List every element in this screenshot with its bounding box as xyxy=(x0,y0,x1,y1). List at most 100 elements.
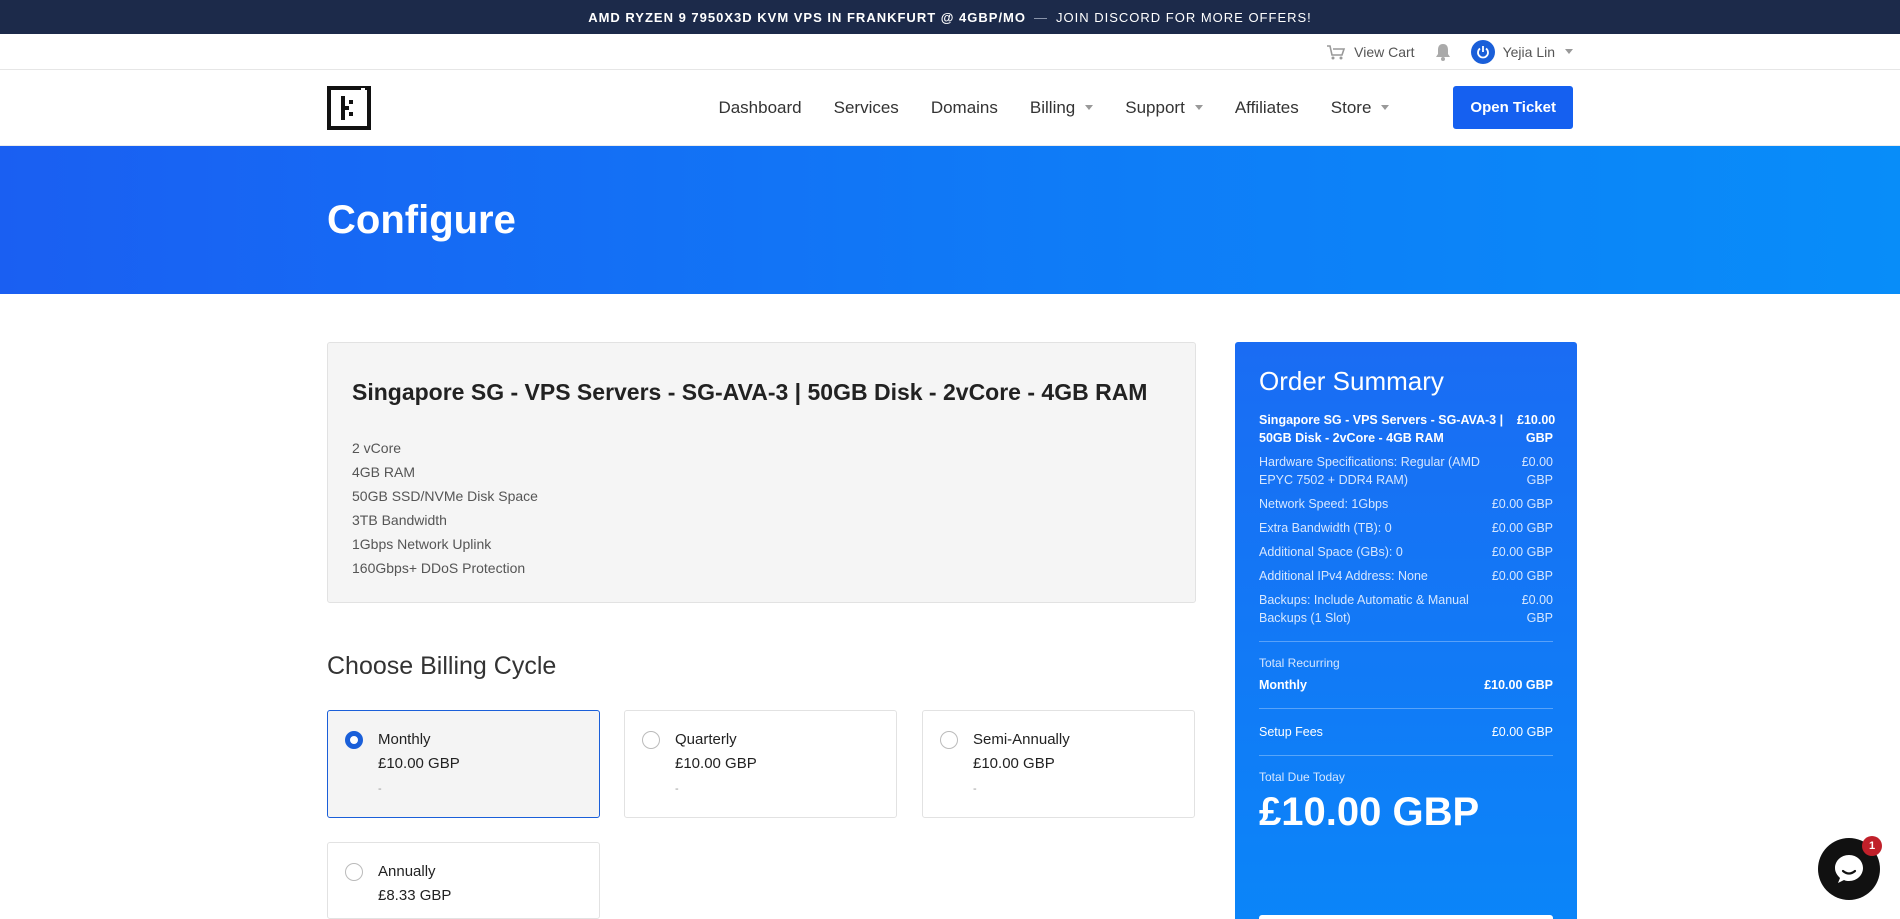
divider xyxy=(1259,755,1553,756)
nav-support-label: Support xyxy=(1125,97,1185,117)
setup-fees-label: Setup Fees xyxy=(1259,725,1323,739)
product-info-box: Singapore SG - VPS Servers - SG-AVA-3 | … xyxy=(327,342,1196,603)
summary-option-label: Extra Bandwidth (TB): 0 xyxy=(1259,521,1392,535)
nav-store[interactable]: Store xyxy=(1331,98,1390,118)
cycle-note: - xyxy=(675,783,679,795)
order-summary-title: Order Summary xyxy=(1259,366,1444,396)
page-title: Configure xyxy=(327,197,516,242)
main-navigation: Dashboard Services Domains Billing Suppo… xyxy=(0,70,1900,146)
summary-option-label: Hardware Specifications: Regular (AMD EP… xyxy=(1259,455,1480,487)
summary-option-row: Hardware Specifications: Regular (AMD EP… xyxy=(1259,453,1553,489)
cycle-price: £8.33 GBP xyxy=(378,887,452,904)
view-cart-label: View Cart xyxy=(1354,43,1415,60)
cycle-note: - xyxy=(973,783,977,795)
chat-bubble-icon xyxy=(1835,855,1863,883)
billing-option-semi-annually[interactable]: Semi-Annually £10.00 GBP - xyxy=(922,710,1195,818)
summary-option-label: Additional Space (GBs): 0 xyxy=(1259,545,1403,559)
spec-item: 160Gbps+ DDoS Protection xyxy=(352,560,526,576)
continue-button[interactable] xyxy=(1259,915,1553,919)
user-menu[interactable]: Yejia Lin xyxy=(1470,39,1573,64)
summary-option-row: Backups: Include Automatic & Manual Back… xyxy=(1259,591,1553,627)
announcement-separator: — xyxy=(1034,9,1048,25)
page-hero: Configure xyxy=(0,146,1900,294)
summary-option-value: £0.00 GBP xyxy=(1491,497,1553,511)
summary-option-value: £0.00 GBP xyxy=(1491,521,1553,535)
summary-option-row: Additional Space (GBs): 0 £0.00 GBP xyxy=(1259,543,1553,561)
nav-support[interactable]: Support xyxy=(1125,98,1203,118)
cycle-name: Monthly xyxy=(378,731,431,748)
announcement-highlight: AMD RYZEN 9 7950X3D KVM VPS IN FRANKFURT… xyxy=(588,9,1026,25)
open-ticket-button[interactable]: Open Ticket xyxy=(1453,86,1573,129)
nav-billing-label: Billing xyxy=(1029,97,1076,117)
billing-option-monthly[interactable]: Monthly £10.00 GBP - xyxy=(327,710,600,818)
chevron-down-icon xyxy=(1565,49,1573,54)
summary-product-name: Singapore SG - VPS Servers - SG-AVA-3 | … xyxy=(1259,413,1504,445)
summary-option-value: £0.00 GBP xyxy=(1491,569,1553,583)
nav-billing[interactable]: Billing xyxy=(1029,97,1094,118)
announcement-bar[interactable]: AMD RYZEN 9 7950X3D KVM VPS IN FRANKFURT… xyxy=(0,0,1900,34)
summary-option-row: Additional IPv4 Address: None £0.00 GBP xyxy=(1259,567,1553,585)
nav-affiliates[interactable]: Affiliates xyxy=(1235,98,1299,118)
summary-option-label: Additional IPv4 Address: None xyxy=(1259,569,1428,583)
setup-fees-value: £0.00 GBP xyxy=(1491,725,1553,739)
spec-item: 2 vCore xyxy=(352,440,402,456)
spec-item: 4GB RAM xyxy=(352,464,416,480)
nav-affiliates-label: Affiliates xyxy=(1234,97,1299,117)
recurring-cycle: Monthly xyxy=(1259,678,1307,692)
summary-option-label: Backups: Include Automatic & Manual Back… xyxy=(1259,593,1469,625)
product-title: Singapore SG - VPS Servers - SG-AVA-3 | … xyxy=(352,379,1148,405)
nav-domains-label: Domains xyxy=(930,97,998,117)
radio-selected-icon[interactable] xyxy=(345,731,363,749)
radio-icon[interactable] xyxy=(642,731,660,749)
setup-fees-row: Setup Fees £0.00 GBP xyxy=(1259,723,1553,741)
cycle-price: £10.00 GBP xyxy=(378,755,460,772)
summary-option-value: £0.00 GBP xyxy=(1521,593,1553,625)
total-due-label: Total Due Today xyxy=(1259,770,1345,784)
nav-store-label: Store xyxy=(1330,97,1372,117)
order-summary: Order Summary Singapore SG - VPS Servers… xyxy=(1235,342,1577,919)
logo-icon[interactable] xyxy=(327,85,371,130)
chevron-down-icon xyxy=(1085,105,1094,110)
radio-icon[interactable] xyxy=(940,731,958,749)
spec-item: 3TB Bandwidth xyxy=(352,512,447,528)
total-recurring-label: Total Recurring xyxy=(1259,656,1340,670)
summary-option-label: Network Speed: 1Gbps xyxy=(1259,497,1389,511)
nav-services[interactable]: Services xyxy=(834,98,899,118)
cycle-price: £10.00 GBP xyxy=(675,755,757,772)
spec-item: 50GB SSD/NVMe Disk Space xyxy=(352,488,538,504)
notifications-button[interactable] xyxy=(1435,43,1451,61)
billing-option-quarterly[interactable]: Quarterly £10.00 GBP - xyxy=(624,710,897,818)
chat-notification-badge: 1 xyxy=(1862,836,1882,856)
chevron-down-icon xyxy=(1381,105,1390,110)
total-due-value: £10.00 GBP xyxy=(1259,790,1480,834)
cycle-name: Annually xyxy=(378,863,436,880)
summary-product-price: £10.00 GBP xyxy=(1517,413,1556,445)
nav-services-label: Services xyxy=(833,97,899,117)
nav-dashboard[interactable]: Dashboard xyxy=(718,98,801,118)
bell-icon xyxy=(1435,43,1450,61)
power-icon xyxy=(1470,39,1495,64)
divider xyxy=(1259,708,1553,709)
billing-cycle-heading: Choose Billing Cycle xyxy=(327,652,557,680)
utility-bar: View Cart Yejia Lin xyxy=(0,34,1900,70)
nav-dashboard-label: Dashboard xyxy=(718,97,802,117)
radio-icon[interactable] xyxy=(345,863,363,881)
cycle-name: Quarterly xyxy=(675,731,737,748)
cycle-note: - xyxy=(378,783,382,795)
summary-product-row: Singapore SG - VPS Servers - SG-AVA-3 | … xyxy=(1259,411,1556,447)
cycle-price: £10.00 GBP xyxy=(973,755,1055,772)
summary-option-row: Network Speed: 1Gbps £0.00 GBP xyxy=(1259,495,1553,513)
announcement-rest: JOIN DISCORD FOR MORE OFFERS! xyxy=(1056,9,1312,25)
summary-option-row: Extra Bandwidth (TB): 0 £0.00 GBP xyxy=(1259,519,1553,537)
cycle-name: Semi-Annually xyxy=(973,731,1070,748)
summary-option-value: £0.00 GBP xyxy=(1521,455,1553,487)
divider xyxy=(1259,641,1553,642)
spec-item: 1Gbps Network Uplink xyxy=(352,536,492,552)
total-recurring-row: Monthly £10.00 GBP xyxy=(1259,676,1553,694)
user-name: Yejia Lin xyxy=(1502,43,1555,60)
chat-widget-button[interactable]: 1 xyxy=(1818,836,1882,900)
nav-domains[interactable]: Domains xyxy=(931,98,998,118)
view-cart-link[interactable]: View Cart xyxy=(1326,43,1415,60)
cart-icon xyxy=(1327,44,1346,59)
billing-option-annually[interactable]: Annually £8.33 GBP xyxy=(327,842,600,919)
